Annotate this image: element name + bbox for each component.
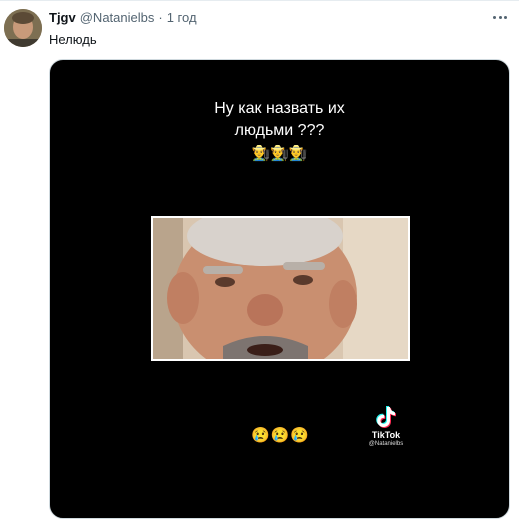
caption-line-1: Ну как назвать их <box>214 100 345 117</box>
video-face-image <box>153 218 408 359</box>
caption-line-2: людьми ??? <box>234 122 325 139</box>
tiktok-username: @Natanielbs <box>368 441 404 447</box>
caption-emojis: 👨‍🌾👨‍🌾👨‍🌾 <box>251 145 308 162</box>
tweet-header: Tjgv @Natanielbs · 1 год <box>49 10 197 26</box>
tiktok-logo-icon <box>376 406 396 428</box>
avatar[interactable] <box>4 9 42 47</box>
tweet[interactable]: Tjgv @Natanielbs · 1 год Нелюдь Ну как н… <box>0 0 519 522</box>
video-frame <box>151 216 410 361</box>
bottom-emojis: 😢😢😢 <box>251 427 311 444</box>
display-name[interactable]: Tjgv <box>49 10 76 26</box>
avatar-image <box>4 9 42 47</box>
timestamp[interactable]: 1 год <box>167 10 197 26</box>
tweet-text: Нелюдь <box>49 32 97 47</box>
tiktok-watermark: TikTok @Natanielbs <box>362 406 410 448</box>
separator-dot: · <box>158 10 163 25</box>
video-caption: Ну как назвать их людьми ??? 👨‍🌾👨‍🌾👨‍🌾 <box>50 98 509 164</box>
user-handle[interactable]: @Natanielbs <box>80 10 155 26</box>
video-media[interactable]: Ну как назвать их людьми ??? 👨‍🌾👨‍🌾👨‍🌾 <box>49 59 510 519</box>
tiktok-name: TikTok <box>371 430 401 440</box>
more-horizontal-icon[interactable] <box>493 14 507 20</box>
